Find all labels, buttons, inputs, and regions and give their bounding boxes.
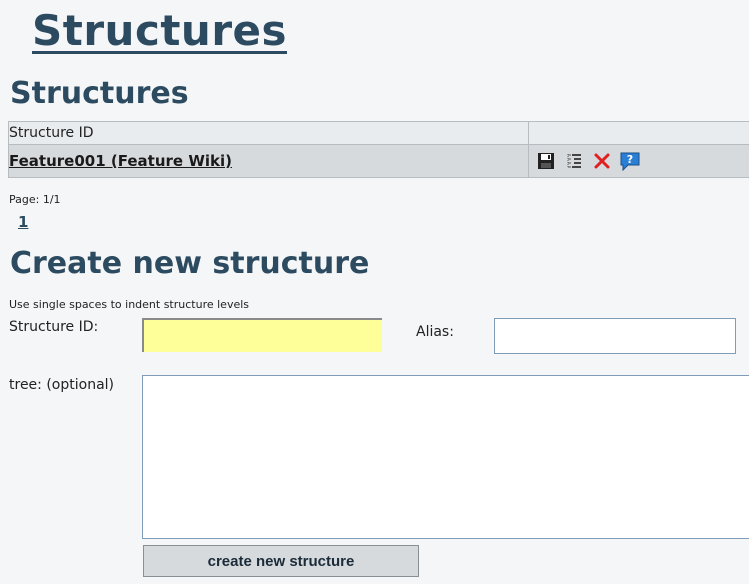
- create-section-heading: Create new structure: [10, 246, 370, 281]
- column-header-actions: [528, 121, 749, 145]
- pagination-label: Page: 1/1: [9, 193, 61, 206]
- save-icon[interactable]: [535, 150, 557, 172]
- structure-link[interactable]: Feature001 (Feature Wiki): [9, 152, 232, 170]
- tree-view-icon[interactable]: [563, 150, 585, 172]
- table-header-row: Structure ID: [8, 121, 749, 145]
- indent-hint: Use single spaces to indent structure le…: [9, 298, 250, 311]
- page-title[interactable]: Structures: [32, 6, 287, 55]
- svg-text:?: ?: [627, 153, 633, 166]
- column-header-structure-id: Structure ID: [8, 121, 529, 145]
- tree-textarea[interactable]: [142, 375, 749, 539]
- delete-icon[interactable]: [591, 150, 613, 172]
- alias-field[interactable]: [494, 318, 736, 354]
- alias-label: Alias:: [416, 324, 454, 340]
- actions-cell: ?: [528, 144, 749, 178]
- structures-table: Structure ID Feature001 (Feature Wiki) ?: [8, 121, 749, 178]
- create-structure-button[interactable]: create new structure: [143, 545, 419, 577]
- page-link-1[interactable]: 1: [18, 213, 28, 231]
- tree-label: tree: (optional): [9, 377, 114, 393]
- help-icon[interactable]: ?: [619, 150, 641, 172]
- structure-id-field[interactable]: [142, 318, 382, 352]
- table-row: Feature001 (Feature Wiki) ?: [8, 144, 749, 178]
- structure-name-cell: Feature001 (Feature Wiki): [8, 144, 529, 178]
- structure-id-label: Structure ID:: [9, 319, 99, 335]
- section-heading: Structures: [10, 76, 189, 111]
